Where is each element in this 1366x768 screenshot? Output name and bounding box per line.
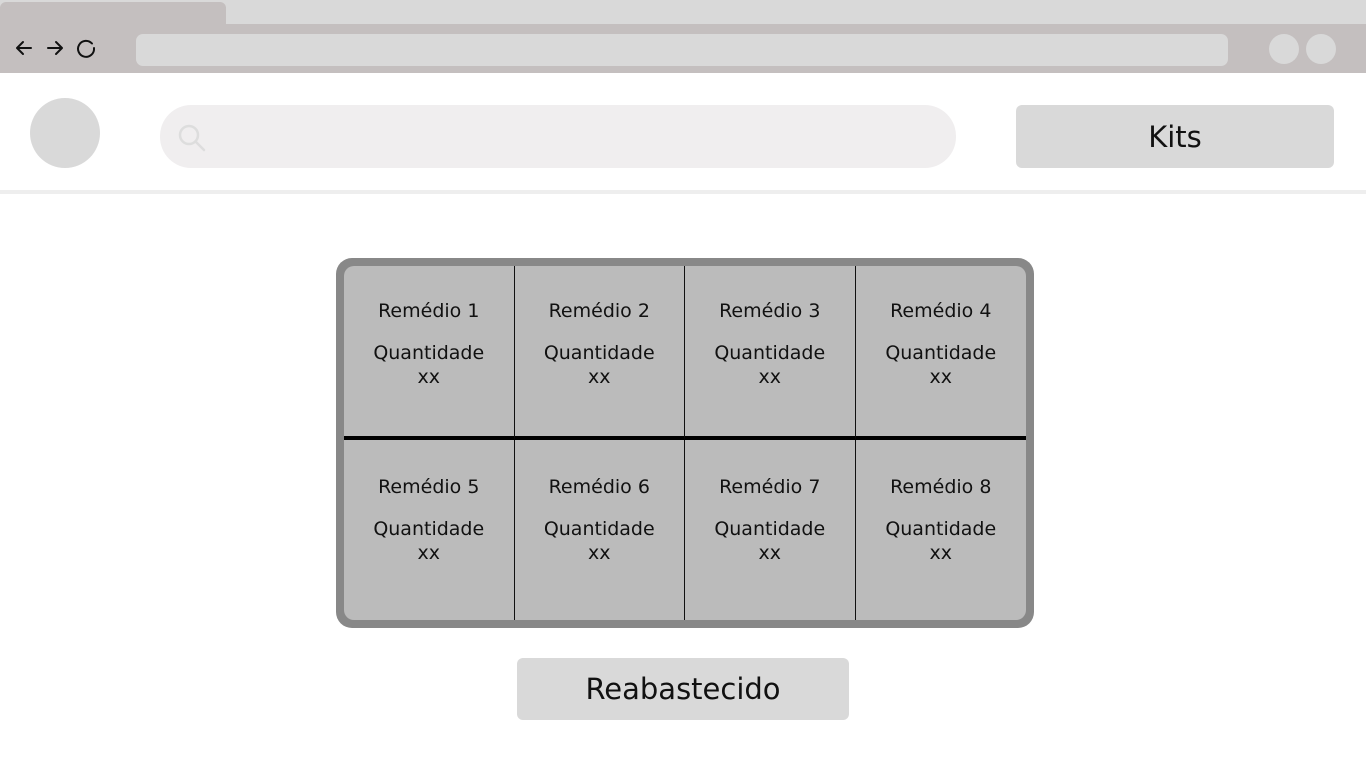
reload-icon (77, 39, 96, 58)
avatar[interactable] (30, 98, 100, 168)
medicine-slot[interactable]: Remédio 1 Quantidade xx (344, 266, 515, 440)
medicine-slot[interactable]: Remédio 2 Quantidade xx (514, 266, 685, 440)
quantity-label: Quantidade (885, 518, 997, 540)
back-arrow-icon (16, 41, 32, 55)
quantity-label: Quantidade (373, 342, 485, 364)
quantity-value: xx (417, 366, 441, 388)
medicine-name: Remédio 5 (378, 476, 480, 498)
window-control-dot[interactable] (1269, 34, 1299, 64)
medicine-slot[interactable]: Remédio 4 Quantidade xx (855, 266, 1026, 440)
quantity-label: Quantidade (714, 342, 826, 364)
search-bar[interactable] (160, 105, 956, 168)
quantity-value: xx (929, 542, 953, 564)
window-control-dot[interactable] (1306, 34, 1336, 64)
medicine-name: Remédio 8 (890, 476, 992, 498)
medicine-name: Remédio 4 (890, 300, 992, 322)
kits-button[interactable]: Kits (1016, 105, 1334, 168)
search-input[interactable] (220, 105, 940, 168)
medicine-name: Remédio 6 (548, 476, 650, 498)
medicine-slot[interactable]: Remédio 3 Quantidade xx (685, 266, 856, 440)
restocked-button[interactable]: Reabastecido (517, 658, 849, 720)
quantity-value: xx (758, 366, 782, 388)
quantity-label: Quantidade (543, 342, 655, 364)
quantity-value: xx (758, 542, 782, 564)
medicine-cabinet: Remédio 1 Quantidade xx Remédio 2 Quanti… (336, 258, 1034, 628)
medicine-slot[interactable]: Remédio 5 Quantidade xx (344, 440, 515, 620)
search-icon (178, 124, 206, 152)
quantity-label: Quantidade (543, 518, 655, 540)
address-bar[interactable] (136, 34, 1228, 66)
medicine-slot[interactable]: Remédio 7 Quantidade xx (685, 440, 856, 620)
browser-tab[interactable] (0, 2, 226, 24)
medicine-name: Remédio 2 (548, 300, 650, 322)
forward-arrow-icon (47, 41, 63, 55)
header-divider (0, 190, 1366, 194)
medicine-slot[interactable]: Remédio 8 Quantidade xx (856, 440, 1027, 620)
quantity-label: Quantidade (885, 342, 997, 364)
medicine-slot[interactable]: Remédio 6 Quantidade xx (515, 440, 685, 620)
forward-button[interactable] (43, 36, 67, 60)
quantity-value: xx (588, 542, 611, 564)
medicine-name: Remédio 3 (719, 300, 821, 322)
medicine-grid: Remédio 1 Quantidade xx Remédio 2 Quanti… (344, 266, 1026, 620)
back-button[interactable] (12, 36, 36, 60)
browser-chrome (0, 0, 1366, 73)
medicine-name: Remédio 1 (378, 300, 480, 322)
reload-button[interactable] (74, 36, 98, 60)
quantity-label: Quantidade (714, 518, 826, 540)
quantity-value: xx (588, 366, 611, 388)
quantity-label: Quantidade (373, 518, 485, 540)
quantity-value: xx (417, 542, 441, 564)
quantity-value: xx (929, 366, 953, 388)
medicine-name: Remédio 7 (719, 476, 821, 498)
